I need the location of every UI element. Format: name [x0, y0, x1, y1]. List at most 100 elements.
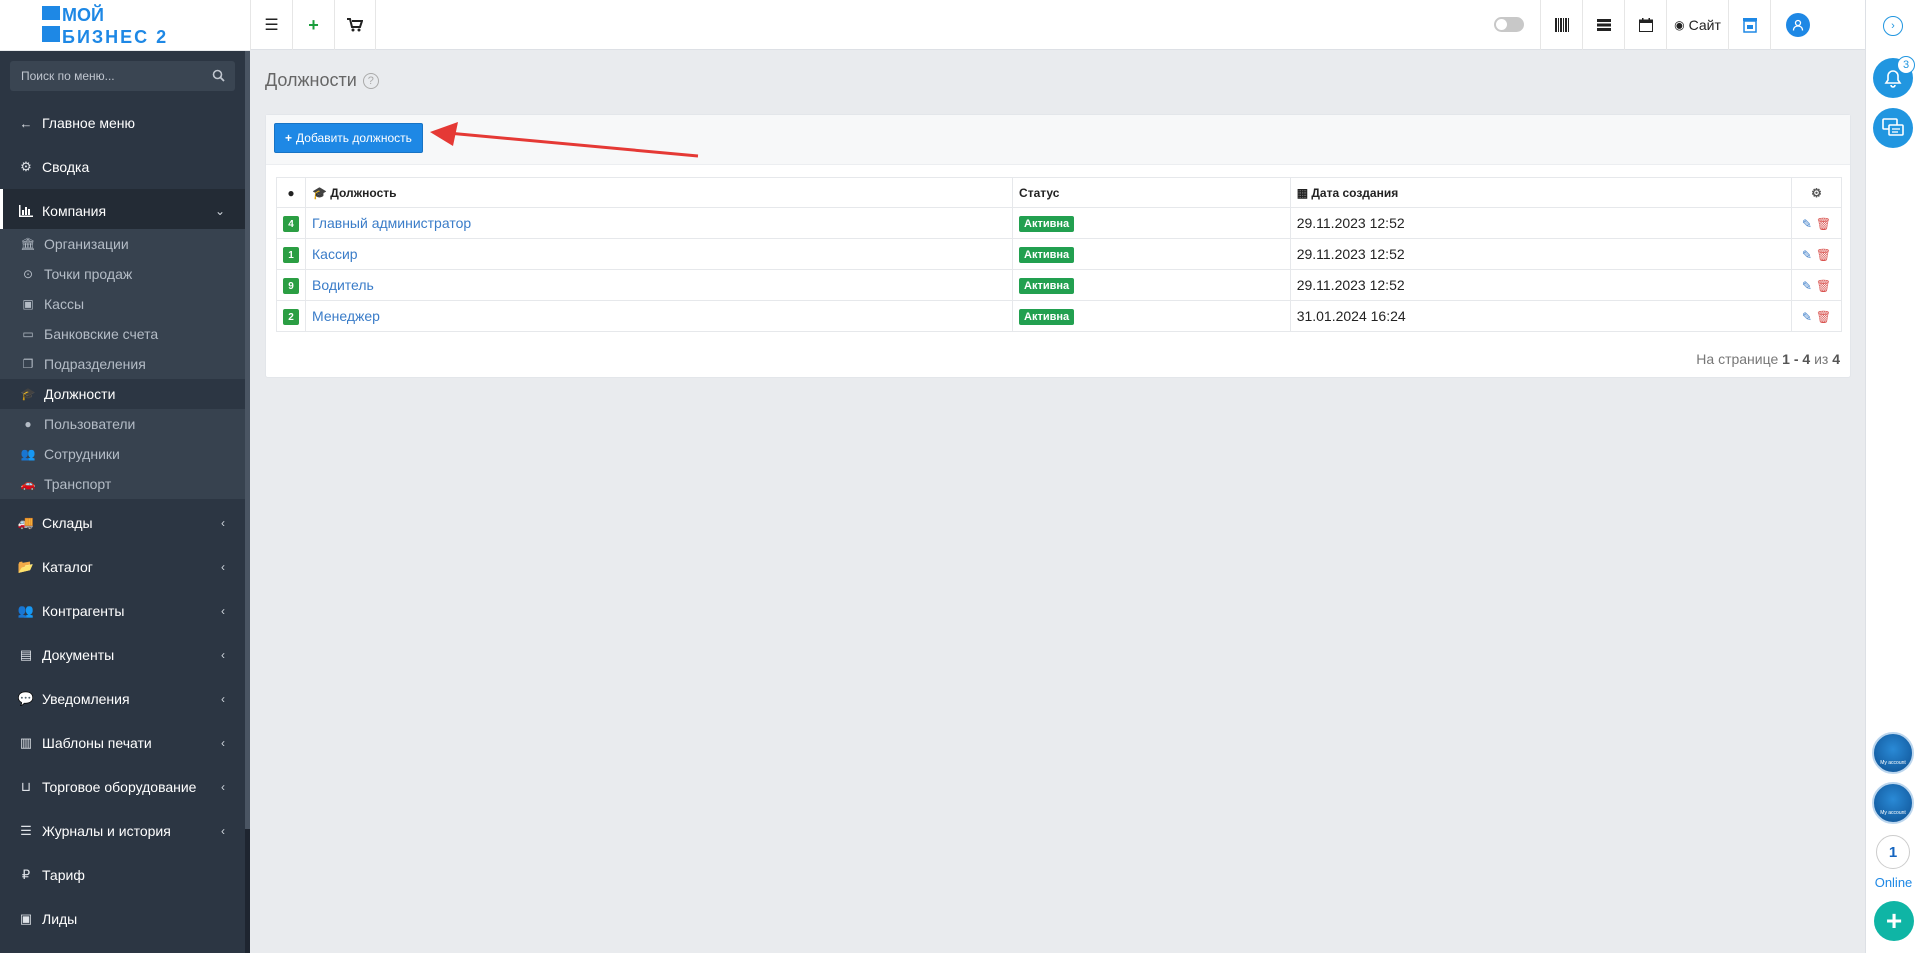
menu-search-input[interactable]: Поиск по меню... [10, 61, 235, 91]
server-button[interactable] [1582, 0, 1624, 50]
sidebar-subitem-label: Транспорт [44, 476, 112, 492]
ruble-icon: ₽ [21, 867, 31, 882]
row-status-cell: Активна [1012, 269, 1291, 301]
graduation-cap-icon: 🎓 [20, 387, 36, 401]
sidebar-subitem-bank-accounts[interactable]: ▭ Банковские счета [0, 319, 245, 349]
sidebar-item-label: Документы [42, 647, 115, 663]
site-button[interactable]: ◉ Сайт [1666, 0, 1728, 50]
trash-icon[interactable]: 🗑 [1816, 217, 1831, 231]
online-count: 1 [1876, 835, 1910, 869]
sidebar-item-main-menu[interactable]: ← Главное меню [0, 101, 245, 145]
sidebar-item-trade-equipment[interactable]: ⊔ Торговое оборудование ‹ [0, 765, 245, 809]
pager-of: из [1814, 351, 1829, 367]
sidebar-item-label: Каталог [42, 559, 93, 575]
edit-icon[interactable]: ✎ [1802, 279, 1812, 293]
user-avatar-icon [1786, 13, 1810, 37]
logo[interactable]: МОЙ БИЗНЕС 2 [0, 0, 250, 50]
hamburger-menu-button[interactable]: ☰ [250, 0, 292, 50]
table-row: 1 Кассир Активна 29.11.2023 12:52 ✎ 🗑 [276, 238, 1842, 270]
sidebar-item-label: Уведомления [42, 691, 130, 707]
header-position-label: Должность [330, 185, 397, 200]
add-position-button[interactable]: + Добавить должность [274, 123, 423, 153]
add-fab-button[interactable]: + [1874, 901, 1914, 941]
edit-icon[interactable]: ✎ [1802, 310, 1812, 324]
my-account-button[interactable]: My account [1872, 732, 1914, 774]
positions-table: ● 🎓 Должность Статус ▦ Дата создания ⚙ 4… [276, 177, 1842, 332]
calendar-button[interactable] [1624, 0, 1666, 50]
sidebar-item-warehouses[interactable]: 🚚 Склады ‹ [0, 501, 245, 545]
sidebar-subitem-positions[interactable]: 🎓 Должности [0, 379, 245, 409]
row-status-cell: Активна [1012, 238, 1291, 270]
sidebar-subitem-points-of-sale[interactable]: ⊙ Точки продаж [0, 259, 245, 289]
employee-count-badge: 1 [283, 247, 299, 264]
logo-line1: МОЙ [62, 4, 104, 25]
online-label: Online [1874, 875, 1913, 890]
position-link[interactable]: Менеджер [312, 308, 380, 324]
header-position[interactable]: 🎓 Должность [304, 177, 1014, 208]
profile-button[interactable] [1770, 0, 1825, 50]
quick-add-button[interactable]: + [292, 0, 334, 50]
sidebar-subitem-label: Подразделения [44, 356, 146, 372]
employee-count-badge: 9 [283, 278, 299, 295]
sidebar-item-documents[interactable]: ▤ Документы ‹ [0, 633, 245, 677]
sidebar-item-label: Торговое оборудование [42, 779, 197, 795]
trash-icon[interactable]: 🗑 [1816, 310, 1831, 324]
sidebar-item-tariff[interactable]: ₽ Тариф [0, 853, 245, 897]
sidebar-subitem-transport[interactable]: 🚗 Транспорт [0, 469, 245, 499]
sidebar-item-notifications[interactable]: 💬 Уведомления ‹ [0, 677, 245, 721]
header-count: ● [276, 177, 306, 208]
theme-toggle[interactable] [1494, 17, 1524, 32]
my-account-button[interactable]: My account [1872, 782, 1914, 824]
position-link[interactable]: Водитель [312, 277, 374, 293]
cart-button[interactable] [334, 0, 376, 50]
header-status[interactable]: Статус [1012, 177, 1291, 208]
sidebar-item-company[interactable]: Компания ⌄ [0, 189, 245, 233]
sidebar-item-label: Тариф [42, 867, 85, 883]
row-created-cell: 29.11.2023 12:52 [1289, 207, 1793, 239]
arrow-left-icon: ← [19, 115, 33, 131]
sidebar-scrollbar-thumb[interactable] [245, 51, 250, 829]
header-created[interactable]: ▦ Дата создания [1289, 177, 1793, 208]
shop-button[interactable] [1728, 0, 1770, 50]
sidebar-item-label: Шаблоны печати [42, 735, 152, 751]
chevron-left-icon: ‹ [221, 648, 225, 662]
server-icon [1596, 19, 1611, 31]
position-link[interactable]: Главный администратор [312, 215, 471, 231]
sidebar-item-catalog[interactable]: 📂 Каталог ‹ [0, 545, 245, 589]
store-icon [1742, 18, 1757, 33]
chevron-left-icon: ‹ [221, 692, 225, 706]
messages-button[interactable] [1873, 108, 1913, 148]
table-row: 2 Менеджер Активна 31.01.2024 16:24 ✎ 🗑 [276, 300, 1842, 332]
sidebar-item-counterparties[interactable]: 👥 Контрагенты ‹ [0, 589, 245, 633]
sidebar-item-leads[interactable]: ▣ Лиды [0, 897, 245, 941]
table-header-row: ● 🎓 Должность Статус ▦ Дата создания ⚙ [276, 177, 1842, 208]
edit-icon[interactable]: ✎ [1802, 217, 1812, 231]
chevron-right-icon[interactable]: › [1883, 16, 1903, 36]
users-icon: 👥 [17, 603, 35, 618]
cart-icon [347, 18, 363, 32]
help-icon[interactable]: ? [362, 72, 379, 89]
chevron-left-icon: ‹ [221, 736, 225, 750]
edit-icon[interactable]: ✎ [1802, 248, 1812, 262]
sidebar-subitem-users[interactable]: ● Пользователи [0, 409, 245, 439]
site-label: Сайт [1688, 17, 1721, 33]
trash-icon[interactable]: 🗑 [1816, 248, 1831, 262]
graduation-cap-icon: 🎓 [312, 185, 327, 200]
trash-icon[interactable]: 🗑 [1816, 279, 1831, 293]
sidebar-subitem-organizations[interactable]: 🏛 Организации [0, 229, 245, 259]
header-actions[interactable]: ⚙ [1791, 177, 1842, 208]
row-created-cell: 31.01.2024 16:24 [1289, 300, 1793, 332]
sidebar-subitem-cash-registers[interactable]: ▣ Кассы [0, 289, 245, 319]
sidebar-item-summary[interactable]: ⚙ Сводка [0, 145, 245, 189]
sidebar-item-print-templates[interactable]: ▥ Шаблоны печати ‹ [0, 721, 245, 765]
sidebar-item-journals[interactable]: ☰ Журналы и история ‹ [0, 809, 245, 853]
barcode-button[interactable] [1540, 0, 1582, 50]
sidebar: Поиск по меню... ← Главное меню ⚙ Сводка… [0, 51, 245, 953]
page-title-text: Должности [265, 70, 357, 90]
row-actions-cell: ✎ 🗑 [1791, 269, 1842, 301]
user-icon: ● [287, 185, 295, 200]
position-link[interactable]: Кассир [312, 246, 358, 262]
sidebar-subitem-departments[interactable]: ❐ Подразделения [0, 349, 245, 379]
sidebar-subitem-employees[interactable]: 👥 Сотрудники [0, 439, 245, 469]
document-icon: ▤ [19, 647, 33, 662]
